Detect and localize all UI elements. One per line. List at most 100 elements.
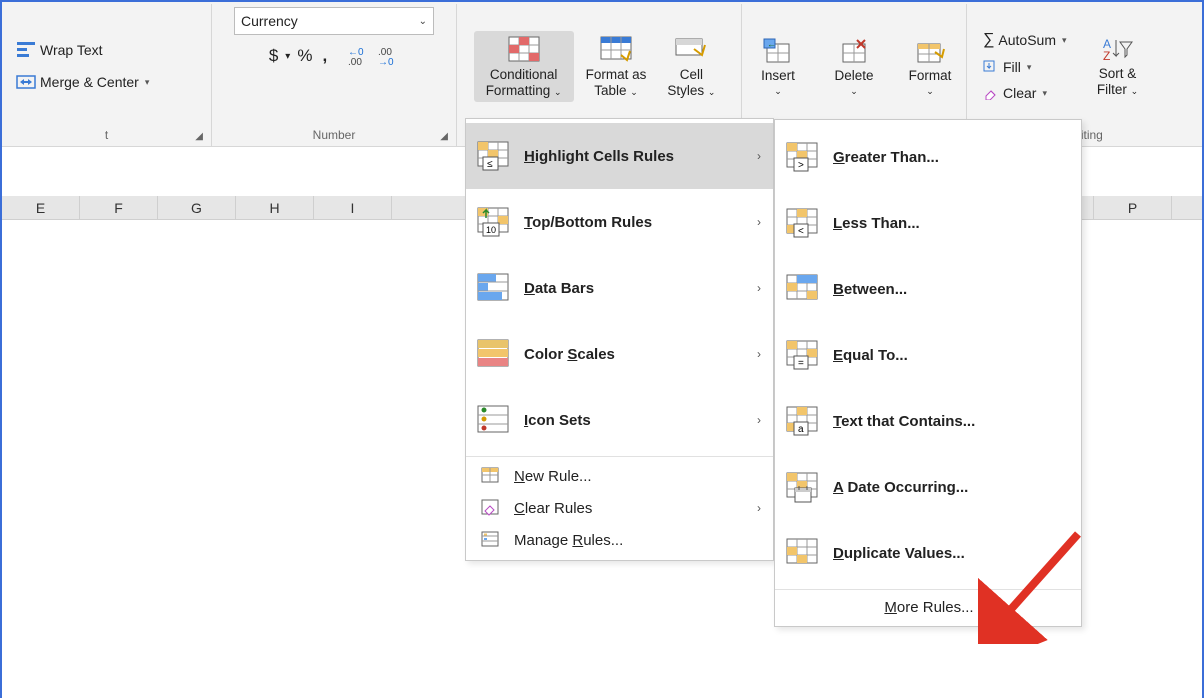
column-header[interactable]: G	[158, 196, 236, 219]
sort-filter-icon: AZ	[1102, 36, 1134, 64]
greater-than-icon: >	[785, 140, 821, 174]
less-than-icon: <	[785, 206, 821, 240]
menu-less-than[interactable]: < Less Than...	[775, 190, 1081, 256]
chevron-down-icon: ▾	[285, 51, 290, 62]
menu-more-rules[interactable]: More Rules...	[775, 593, 1081, 622]
menu-data-bars[interactable]: Data Bars ›	[466, 255, 773, 321]
menu-label: Equal To...	[833, 347, 1069, 364]
chevron-right-icon: ›	[757, 347, 761, 361]
chevron-down-icon: ⌄	[850, 86, 858, 97]
duplicate-values-icon	[785, 536, 821, 570]
menu-duplicate-values[interactable]: Duplicate Values...	[775, 520, 1081, 586]
eraser-icon	[983, 86, 999, 100]
accounting-format-button[interactable]: $	[266, 46, 281, 66]
menu-label: New Rule...	[514, 468, 761, 485]
number-format-select[interactable]: Currency ⌄	[234, 7, 434, 35]
menu-clear-rules[interactable]: Clear Rules ›	[466, 492, 773, 524]
chevron-down-icon: ▾	[1027, 62, 1032, 73]
decrease-decimal-button[interactable]: .00→0	[376, 45, 402, 67]
menu-label: Highlight Cells Rules	[524, 148, 745, 165]
svg-text:10: 10	[486, 225, 496, 235]
format-label: Format	[909, 68, 952, 84]
date-occurring-icon	[785, 470, 821, 504]
menu-greater-than[interactable]: > Greater Than...	[775, 124, 1081, 190]
menu-top-bottom-rules[interactable]: 10 Top/Bottom Rules ›	[466, 189, 773, 255]
autosum-button[interactable]: ∑ AutoSum ▾	[979, 29, 1071, 51]
menu-date-occurring[interactable]: A Date Occurring...	[775, 454, 1081, 520]
menu-label: Color Scales	[524, 346, 745, 363]
menu-label: Top/Bottom Rules	[524, 214, 745, 231]
column-header[interactable]: I	[314, 196, 392, 219]
wrap-text-button[interactable]: Wrap Text	[12, 39, 107, 61]
menu-manage-rules[interactable]: Manage Rules...	[466, 524, 773, 556]
menu-label: Icon Sets	[524, 412, 745, 429]
svg-text:a: a	[798, 424, 804, 435]
percent-button[interactable]: %	[294, 46, 315, 66]
insert-cells-icon: ←	[763, 38, 793, 66]
increase-decimal-button[interactable]: ←0.00	[346, 45, 372, 67]
dialog-launcher-icon[interactable]: ◢	[440, 131, 448, 142]
clear-label: Clear	[1003, 85, 1036, 101]
sort-filter-button[interactable]: AZ Sort &Filter ⌄	[1085, 32, 1151, 101]
top-bottom-icon: 10	[476, 205, 512, 239]
group-number: Currency ⌄ $ ▾ % , ←0.00 .00→0 Number ◢	[212, 4, 457, 146]
highlight-cells-rules-menu: > Greater Than... < Less Than... Between…	[774, 119, 1082, 627]
group-alignment: Wrap Text Merge & Center ▾ t ◢	[2, 4, 212, 146]
chevron-down-icon: ⌄	[926, 86, 934, 97]
svg-text:<: <	[798, 226, 804, 237]
format-as-table-label: Format asTable ⌄	[586, 67, 647, 100]
chevron-right-icon: ›	[757, 149, 761, 163]
delete-cells-icon	[839, 38, 869, 66]
menu-between[interactable]: Between...	[775, 256, 1081, 322]
menu-highlight-cells-rules[interactable]: ≤ Highlight Cells Rules ›	[466, 123, 773, 189]
text-contains-icon: a	[785, 404, 821, 438]
column-header[interactable]	[392, 196, 470, 219]
column-header[interactable]: P	[1094, 196, 1172, 219]
delete-button[interactable]: Delete ⌄	[821, 34, 887, 99]
menu-label: Clear Rules	[514, 500, 745, 517]
column-header[interactable]: E	[2, 196, 80, 219]
menu-icon-sets[interactable]: Icon Sets ›	[466, 387, 773, 453]
dialog-launcher-icon[interactable]: ◢	[195, 131, 203, 142]
wrap-text-label: Wrap Text	[40, 42, 103, 58]
fill-down-icon	[983, 60, 999, 74]
format-button[interactable]: Format ⌄	[897, 34, 963, 99]
highlight-cells-icon: ≤	[476, 139, 512, 173]
insert-button[interactable]: ← Insert ⌄	[745, 34, 811, 99]
clear-button[interactable]: Clear ▾	[979, 83, 1071, 103]
conditional-formatting-icon	[507, 35, 541, 65]
menu-label: Greater Than...	[833, 149, 1069, 166]
merge-center-button[interactable]: Merge & Center ▾	[12, 71, 153, 93]
chevron-right-icon: ›	[757, 501, 761, 515]
format-as-table-button[interactable]: Format asTable ⌄	[580, 31, 653, 102]
svg-text:.00: .00	[348, 57, 362, 67]
menu-text-contains[interactable]: a Text that Contains...	[775, 388, 1081, 454]
icon-sets-icon	[476, 403, 512, 437]
color-scales-icon	[476, 337, 512, 371]
data-bars-icon	[476, 271, 512, 305]
cell-styles-label: CellStyles ⌄	[667, 67, 715, 100]
insert-label: Insert	[761, 68, 795, 84]
cell-styles-button[interactable]: CellStyles ⌄	[658, 31, 724, 102]
conditional-formatting-menu: ≤ Highlight Cells Rules › 10 Top/Bottom …	[465, 118, 774, 561]
format-as-table-icon	[599, 35, 633, 65]
conditional-formatting-label: ConditionalFormatting ⌄	[486, 67, 562, 100]
svg-text:←: ←	[767, 39, 776, 49]
svg-text:≤: ≤	[487, 159, 493, 170]
conditional-formatting-button[interactable]: ConditionalFormatting ⌄	[474, 31, 574, 102]
svg-text:>: >	[798, 160, 804, 171]
delete-label: Delete	[834, 68, 873, 84]
menu-new-rule[interactable]: New Rule...	[466, 460, 773, 492]
column-header[interactable]: F	[80, 196, 158, 219]
comma-style-button[interactable]: ,	[319, 46, 330, 66]
new-rule-icon	[480, 466, 502, 486]
manage-rules-icon	[480, 530, 502, 550]
group-label-alignment: t ◢	[8, 125, 205, 146]
chevron-down-icon: ▾	[145, 77, 150, 88]
chevron-right-icon: ›	[757, 281, 761, 295]
menu-color-scales[interactable]: Color Scales ›	[466, 321, 773, 387]
column-header[interactable]: H	[236, 196, 314, 219]
fill-button[interactable]: Fill ▾	[979, 57, 1071, 77]
menu-equal-to[interactable]: = Equal To...	[775, 322, 1081, 388]
menu-label: Less Than...	[833, 215, 1069, 232]
